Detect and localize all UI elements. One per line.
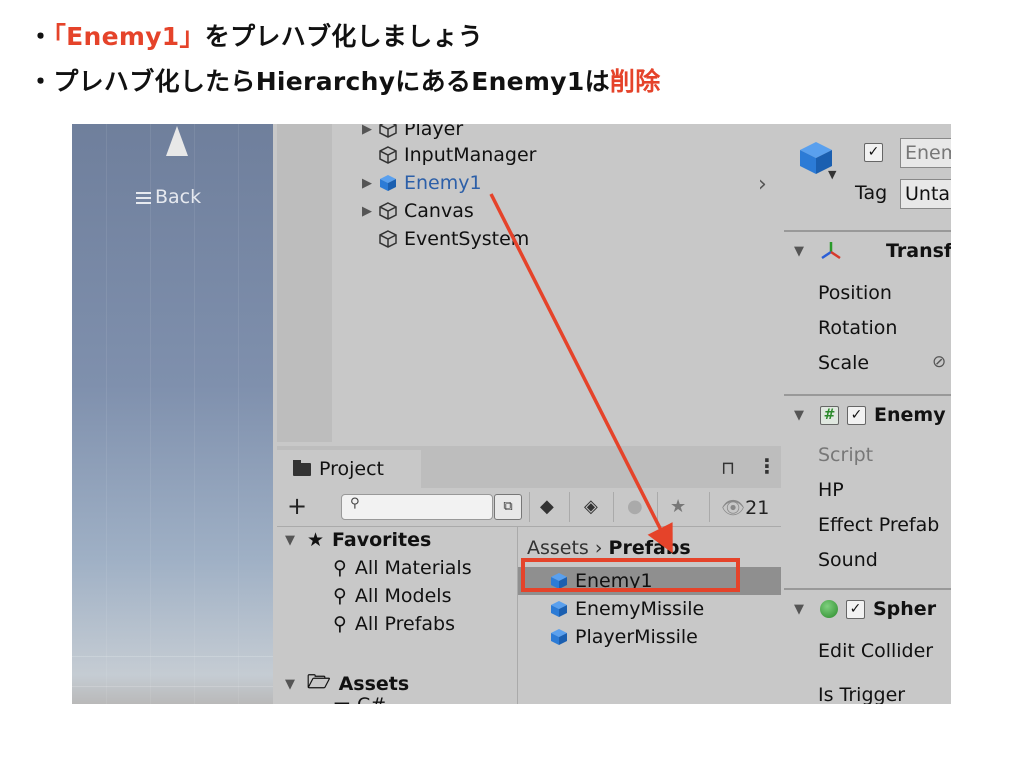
bullet-text: プレハブ化したらHierarchyにあるEnemy1は [53,67,610,96]
bullet-mark: ・ [28,67,54,96]
unity-editor-screenshot: Back ▶ Player ▶ InputManager ▶ Enemy1 ▶ … [72,124,951,704]
instruction-bullet-1: ・「Enemy1」をプレハブ化しましょう [28,17,483,53]
instruction-bullet-2: ・プレハブ化したらHierarchyにあるEnemy1は削除 [28,62,661,98]
bullet-text: をプレハブ化しましょう [204,22,484,51]
bullet-highlight: 「Enemy1」 [53,22,205,51]
bullet-highlight: 削除 [609,67,661,96]
bullet-mark: ・ [28,22,54,51]
drag-arrow-icon [489,193,673,554]
